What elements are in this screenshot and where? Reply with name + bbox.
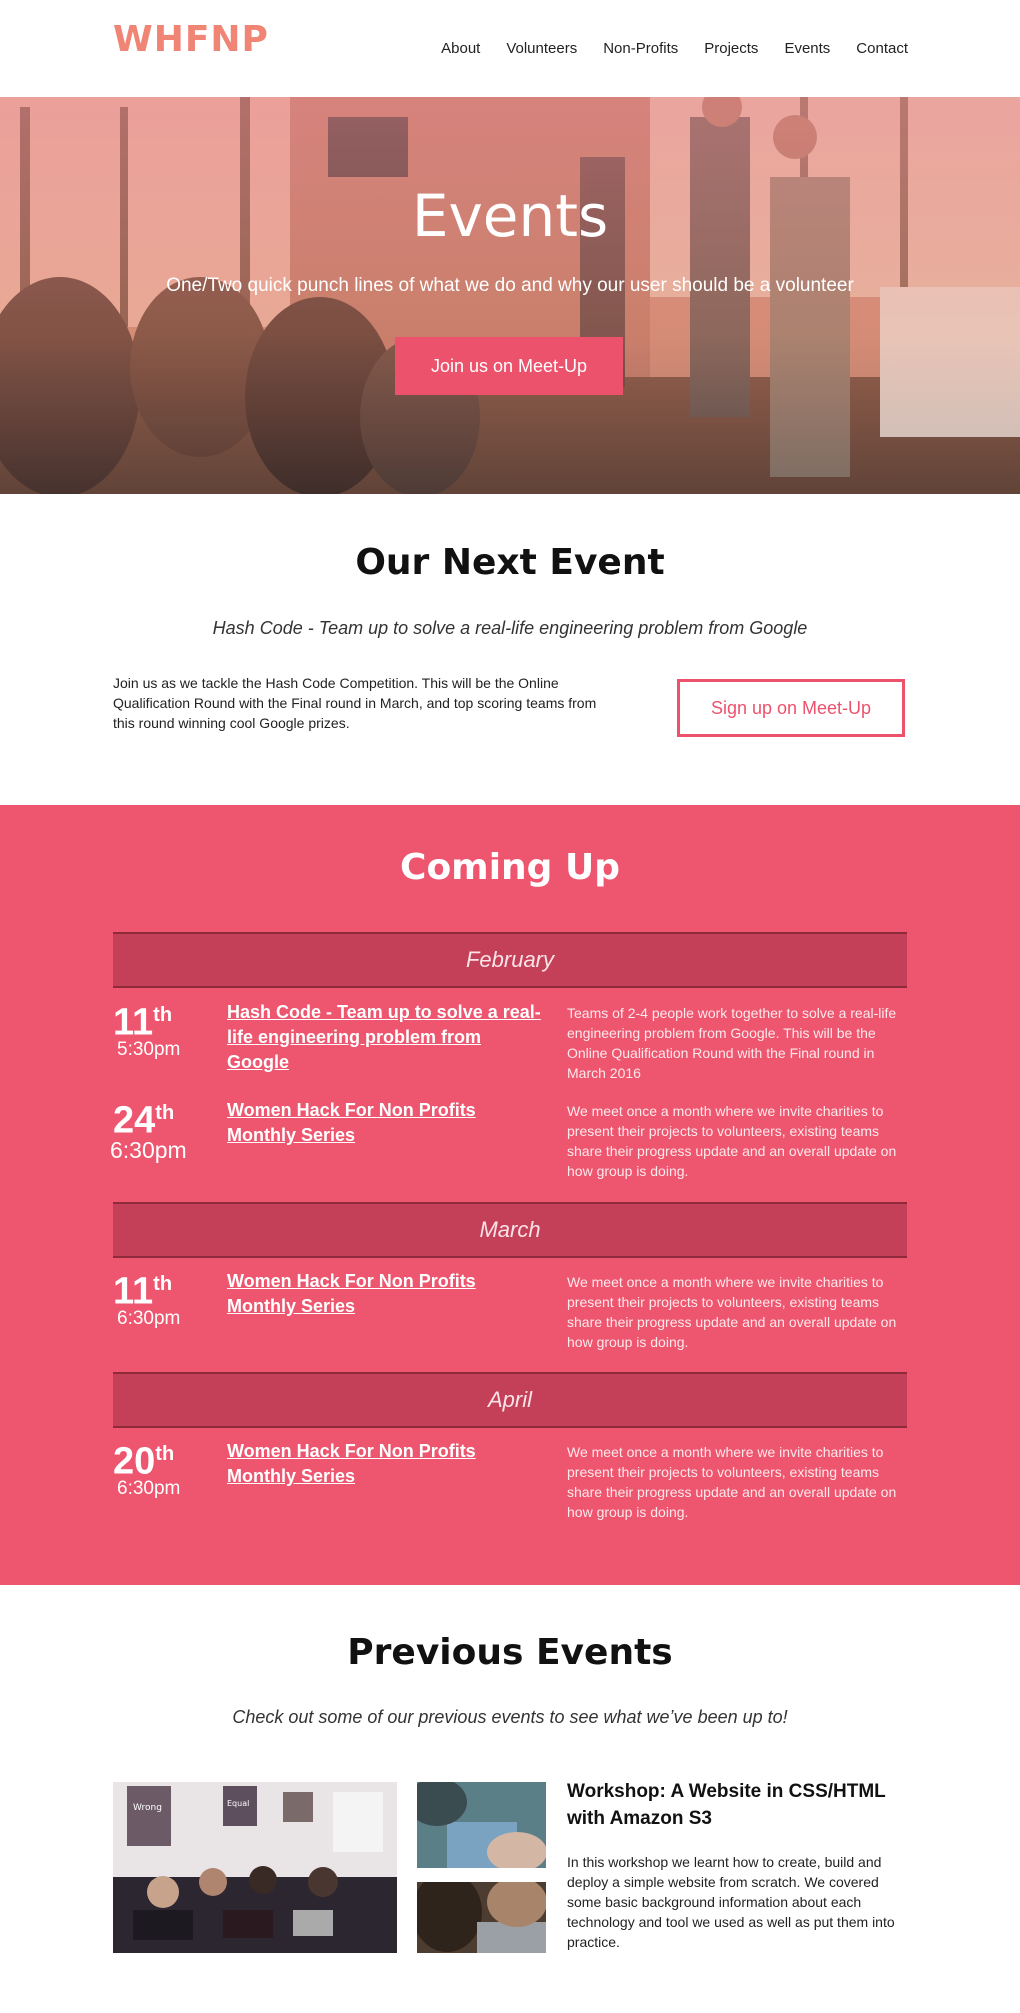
workshop-title[interactable]: Workshop: A Website in CSS/HTML with Ama… bbox=[567, 1778, 907, 1832]
previous-events-heading: Previous Events bbox=[347, 1632, 673, 1673]
event-description: We meet once a month where we invite cha… bbox=[567, 1103, 897, 1179]
event-title-link[interactable]: Women Hack For Non Profits Monthly Serie… bbox=[227, 1269, 542, 1319]
event-day: 11th bbox=[113, 1270, 173, 1313]
event-item: 24th 6:30pm Women Hack For Non Profits M… bbox=[110, 1093, 907, 1183]
month-bar-april: April bbox=[113, 1372, 907, 1428]
event-item: 20th 6:30pm Women Hack For Non Profits M… bbox=[113, 1434, 907, 1524]
nav-volunteers[interactable]: Volunteers bbox=[506, 40, 577, 57]
nav-contact[interactable]: Contact bbox=[856, 40, 908, 57]
join-meetup-button[interactable]: Join us on Meet-Up bbox=[395, 337, 623, 395]
month-bar-march: March bbox=[113, 1202, 907, 1258]
nav-events[interactable]: Events bbox=[784, 40, 830, 57]
event-title-link[interactable]: Women Hack For Non Profits Monthly Serie… bbox=[227, 1439, 542, 1489]
event-description: We meet once a month where we invite cha… bbox=[567, 1444, 897, 1520]
month-bar-february: February bbox=[113, 932, 907, 988]
workshop-description: In this workshop we learnt how to create… bbox=[567, 1854, 895, 1950]
main-nav: About Volunteers Non-Profits Projects Ev… bbox=[441, 40, 908, 57]
next-event-description: Join us as we tackle the Hash Code Compe… bbox=[113, 675, 597, 731]
event-item: 11th 6:30pm Women Hack For Non Profits M… bbox=[113, 1264, 907, 1354]
event-time: 6:30pm bbox=[110, 1137, 187, 1163]
signup-meetup-button[interactable]: Sign up on Meet-Up bbox=[677, 679, 905, 737]
event-description: We meet once a month where we invite cha… bbox=[567, 1274, 897, 1350]
hero-title: Events bbox=[411, 182, 609, 250]
workshop-photo-art: Wrong Equal bbox=[113, 1782, 397, 1953]
event-title-link[interactable]: Women Hack For Non Profits Monthly Serie… bbox=[227, 1098, 542, 1148]
poster-wrong-label: Wrong bbox=[133, 1803, 162, 1813]
workshop-main-photo[interactable]: Wrong Equal bbox=[113, 1782, 397, 1953]
hero-subtitle: One/Two quick punch lines of what we do … bbox=[166, 275, 854, 296]
thumb-photo-art bbox=[417, 1882, 546, 1953]
next-event-heading: Our Next Event bbox=[355, 542, 665, 583]
event-time: 6:30pm bbox=[117, 1478, 181, 1499]
event-item: 11th 5:30pm Hash Code - Team up to solve… bbox=[113, 995, 907, 1085]
event-title-link[interactable]: Hash Code - Team up to solve a real-life… bbox=[227, 1000, 542, 1075]
thumb-photo-art bbox=[417, 1782, 546, 1868]
poster-equal-label: Equal bbox=[227, 1799, 249, 1808]
coming-up-heading: Coming Up bbox=[400, 847, 620, 888]
event-time: 6:30pm bbox=[117, 1308, 181, 1329]
event-description: Teams of 2-4 people work together to sol… bbox=[567, 1005, 897, 1081]
event-time: 5:30pm bbox=[117, 1039, 181, 1060]
nav-non-profits[interactable]: Non-Profits bbox=[603, 40, 678, 57]
nav-projects[interactable]: Projects bbox=[704, 40, 758, 57]
workshop-thumb-laptop[interactable] bbox=[417, 1782, 546, 1868]
site-header: WHFNP About Volunteers Non-Profits Proje… bbox=[0, 0, 1020, 97]
site-logo[interactable]: WHFNP bbox=[113, 20, 283, 60]
hero-banner: Events One/Two quick punch lines of what… bbox=[0, 97, 1020, 494]
workshop-thumb-coding[interactable] bbox=[417, 1882, 546, 1953]
event-day: 11th bbox=[113, 1001, 173, 1044]
event-day: 20th bbox=[113, 1440, 175, 1483]
nav-about[interactable]: About bbox=[441, 40, 480, 57]
event-day: 24th bbox=[113, 1099, 175, 1142]
coming-up-section: Coming Up February 11th 5:30pm Hash Code… bbox=[0, 805, 1020, 1585]
next-event-subtitle: Hash Code - Team up to solve a real-life… bbox=[212, 618, 808, 638]
previous-events-subtitle: Check out some of our previous events to… bbox=[232, 1707, 788, 1727]
